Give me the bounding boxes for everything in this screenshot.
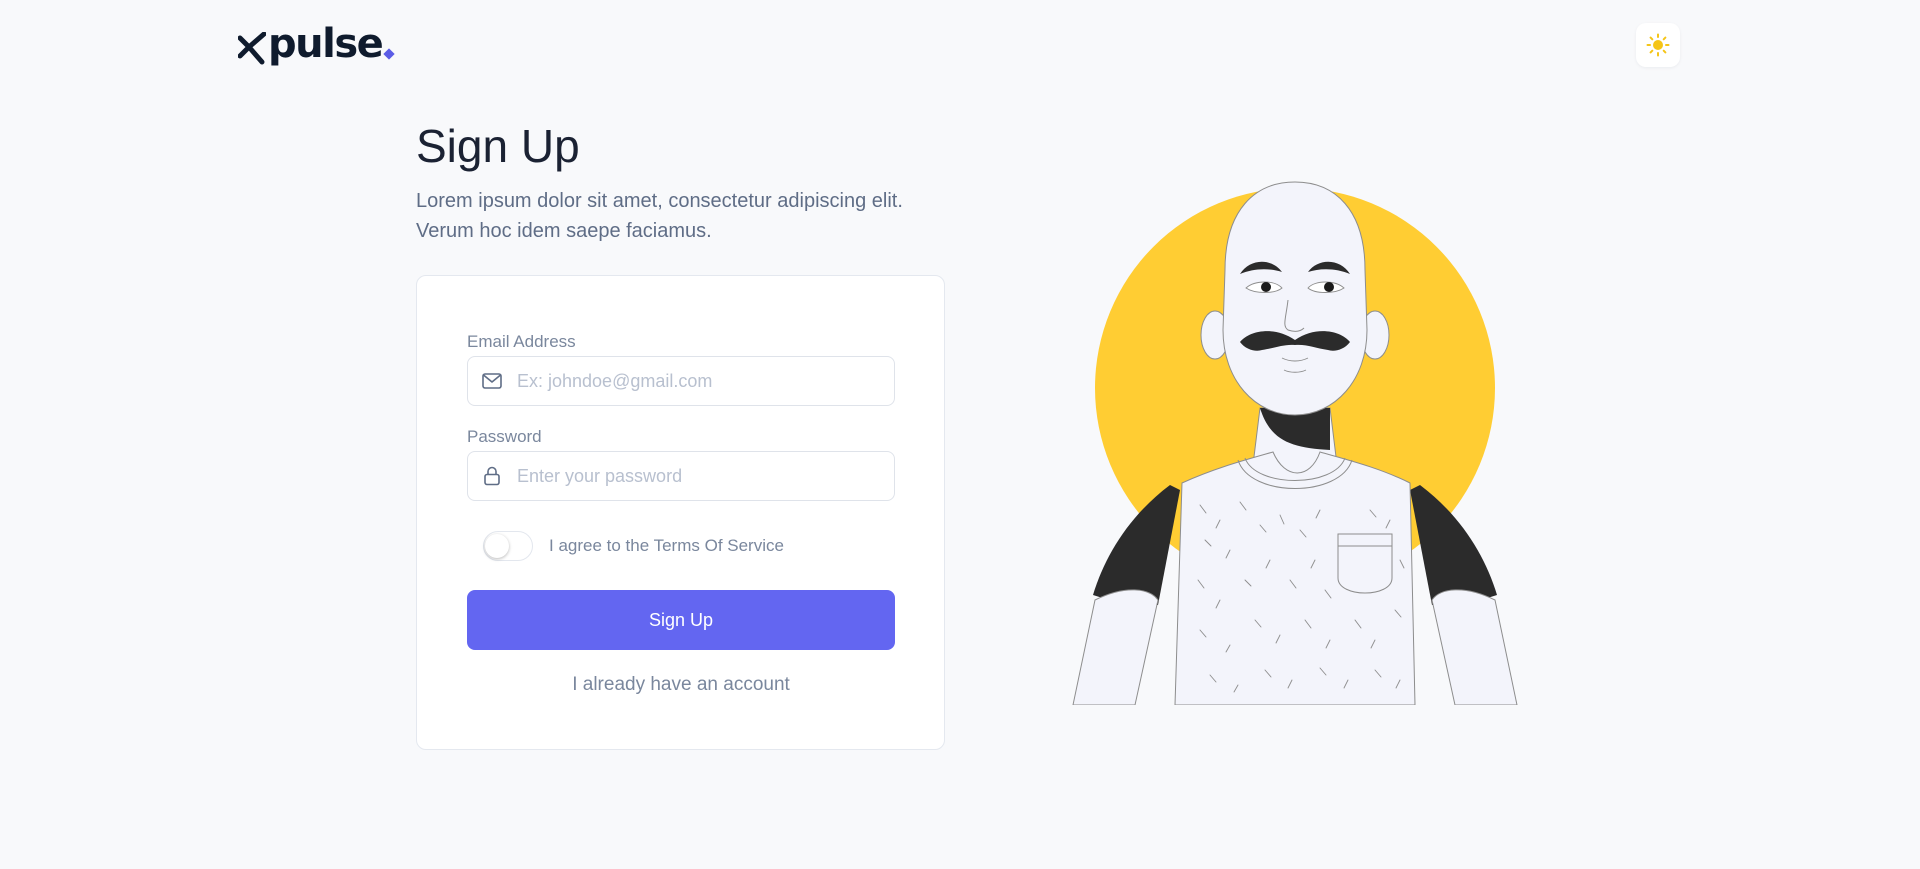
sun-icon [1646, 33, 1670, 57]
user-avatar-illustration [1072, 181, 1518, 705]
brand-logo[interactable]: pulse [238, 20, 395, 68]
lock-icon [481, 465, 503, 487]
terms-label: I agree to the Terms Of Service [549, 536, 784, 555]
password-input[interactable] [517, 452, 894, 500]
password-label: Password [467, 427, 542, 446]
subtitle-line-2: Verum hoc idem saepe faciamus. [416, 220, 712, 242]
terms-row: I agree to the Terms Of Service [483, 531, 784, 561]
logo-accent-dot [383, 48, 395, 60]
toggle-knob [485, 534, 509, 558]
page-title: Sign Up [416, 120, 580, 172]
terms-toggle[interactable] [483, 531, 533, 561]
existing-account-link[interactable]: I already have an account [467, 674, 895, 696]
mail-icon [481, 370, 503, 392]
email-field-wrapper[interactable] [467, 356, 895, 406]
signup-form-card: Email Address Password I agree to the Te… [416, 275, 945, 750]
logo-x-mark [238, 32, 266, 65]
theme-toggle-button[interactable] [1636, 23, 1680, 67]
email-label: Email Address [467, 332, 576, 351]
page-subtitle: Lorem ipsum dolor sit amet, consectetur … [416, 186, 976, 246]
sign-up-button[interactable]: Sign Up [467, 590, 895, 650]
password-field-wrapper[interactable] [467, 451, 895, 501]
email-input[interactable] [517, 357, 894, 405]
logo-wordmark: pulse [268, 21, 384, 67]
top-bar: pulse [0, 0, 1920, 90]
subtitle-line-1: Lorem ipsum dolor sit amet, consectetur … [416, 190, 903, 212]
